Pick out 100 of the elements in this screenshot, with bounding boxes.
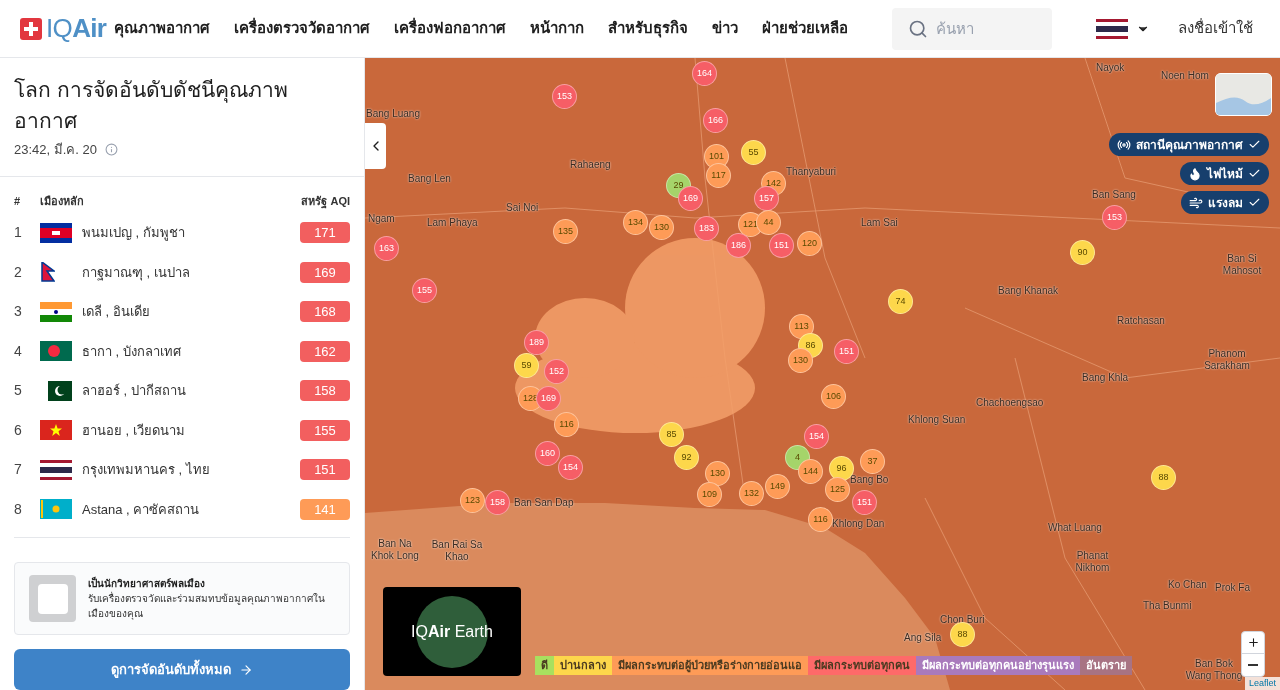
rank-number: 8 [14,499,23,519]
rank-number: 3 [14,302,23,322]
place-label: Ang Sila [904,632,942,644]
place-label: Ban Bok Wang Thong [1184,658,1244,682]
flame-icon [1188,166,1202,181]
earth-logo: IQAir Earth [411,621,493,642]
nav-link[interactable]: เครื่องตรวจวัดอากาศ [234,17,371,40]
nav-link[interactable]: ฝ่ายช่วยเหลือ [762,17,849,40]
nav-link[interactable]: สำหรับธุรกิจ [608,17,689,40]
place-label: Prok Fa [1215,582,1250,594]
flag-icon [40,222,72,243]
flag-icon [40,420,72,441]
legend-item: อันตราย [1080,656,1132,675]
view-all-button[interactable]: ดูการจัดอันดับทั้งหมด [14,649,350,690]
place-label: Ban Na Khok Long [370,538,420,562]
place-label: Phanat Nikhom [1074,550,1111,574]
place-label: Lam Phaya [427,217,478,229]
city-name[interactable]: ฮานอย , เวียดนาม [82,420,300,440]
promo-card[interactable]: เป็นนักวิทยาศาสตร์พลเมือง รับเครื่องตรวจวัดและร่วมสมทบข้อมูลคุณภาพอากาศในเมืองของคุณ [14,562,350,635]
nav-link[interactable]: เครื่องฟอกอากาศ [394,17,507,40]
column-header: สหรัฐ AQI [300,193,350,209]
aqi-badge: 169 [300,261,350,283]
check-icon [1248,167,1261,180]
layer-toggle[interactable]: ไฟไหม้ [1180,162,1269,185]
aqi-badge: 171 [300,222,350,244]
place-label: Bang Khanak [998,285,1059,297]
nav-link[interactable]: ข่าว [712,17,739,40]
sign-in-link[interactable]: ลงชื่อเข้าใช้ [1178,17,1254,40]
map-background-drawing[interactable] [365,58,1280,690]
place-label: Ban Sang [1092,189,1136,201]
antenna-icon [1117,137,1131,152]
place-label: Phanom Sarakham [1203,348,1251,372]
place-label: Rahaeng [570,159,611,171]
plus-icon [1246,636,1260,649]
aqi-badge: 162 [300,340,350,362]
place-label: Chachoengsao [976,397,1044,409]
earth-promo[interactable]: IQAir Earth [383,587,521,676]
rank-number: 4 [14,341,23,361]
city-name[interactable]: กรุงเทพมหานคร , ไทย [82,460,300,480]
place-label: Ban Rai Sa Khao [431,539,483,563]
place-label: Bang Len [408,173,451,185]
page-title: โลก การจัดอันดับดัชนีคุณภาพอากาศ [14,77,289,134]
city-name[interactable]: กาฐมาณฑุ , เนปาล [82,262,300,282]
place-label: Bang Luang [366,108,420,120]
aqi-badge: 158 [300,380,350,402]
place-label: Ko Chan [1168,579,1207,591]
city-name[interactable]: ธากา , บังกลาเทศ [82,341,300,361]
column-header: เมืองหลัก [40,193,85,209]
layer-toggle[interactable]: สถานีคุณภาพอากาศ [1109,133,1269,156]
aqi-badge: 141 [300,498,350,520]
promo-text: รับเครื่องตรวจวัดและร่วมสมทบข้อมูลคุณภาพอากาศในเมืองของคุณ [88,591,326,621]
collapse-panel-button[interactable] [365,123,386,169]
rank-number: 6 [14,420,23,440]
flag-icon [40,262,55,283]
place-label: Sai Noi [506,202,539,214]
check-icon [1248,196,1261,209]
logo-icon [20,17,42,40]
flag-icon [1096,18,1129,39]
device-photo [29,575,76,622]
rank-number: 2 [14,262,23,282]
place-label: Thanyaburi [786,166,837,178]
nav-link[interactable]: คุณภาพอากาศ [114,17,211,40]
check-icon [1248,138,1261,151]
rank-number: 1 [14,223,23,243]
place-label: Ratchasan [1117,315,1165,327]
flag-icon [40,301,72,322]
place-label: What Luang [1048,522,1102,534]
minus-icon [1248,664,1258,666]
city-name[interactable]: Astana , คาซัคสถาน [82,499,300,519]
legend-item: มีผลกระทบต่อทุกคนอย่างรุนแรง [916,656,1080,675]
place-label: Lam Sai [861,217,898,229]
timestamp: 23:42, มี.ค. 20 [14,141,98,159]
logo[interactable]: IQAir [46,9,107,48]
city-name[interactable]: เดลี , อินเดีย [82,302,300,322]
legend-item: มีผลกระทบต่อผู้ป่วยหรือร่างกายอ่อนแอ [612,656,808,675]
city-name[interactable]: พนมเปญ , กัมพูชา [82,223,300,243]
aqi-badge: 151 [300,459,350,481]
place-label: Tha Bunmi [1143,600,1192,612]
aqi-badge: 155 [300,419,350,441]
nav-link[interactable]: หน้ากาก [530,17,585,40]
rank-number: 5 [14,381,23,401]
layer-toggle[interactable]: แรงลม [1181,191,1269,214]
place-label: Ban San Dap [514,497,574,509]
place-label: Khlong Dan [832,518,885,530]
search-icon [908,18,929,39]
place-label: Ngam [368,213,395,225]
legend-item: มีผลกระทบต่อทุกคน [808,656,916,675]
place-label: Ban Si Mahosot [1221,253,1263,277]
search-field[interactable]: ค้นหา [892,7,1053,50]
info-icon[interactable] [105,143,119,157]
aqi-badge: 168 [300,301,350,323]
column-header: # [14,193,22,209]
legend-item: ปานกลาง [554,656,612,675]
flag-icon [40,341,72,362]
flag-icon [40,459,72,480]
city-name[interactable]: ลาฮอร์ , ปากีสถาน [82,381,300,401]
flag-icon [40,499,72,520]
rank-number: 7 [14,460,23,480]
wind-icon [1189,195,1203,210]
promo-title: เป็นนักวิทยาศาสตร์พลเมือง [88,576,206,591]
